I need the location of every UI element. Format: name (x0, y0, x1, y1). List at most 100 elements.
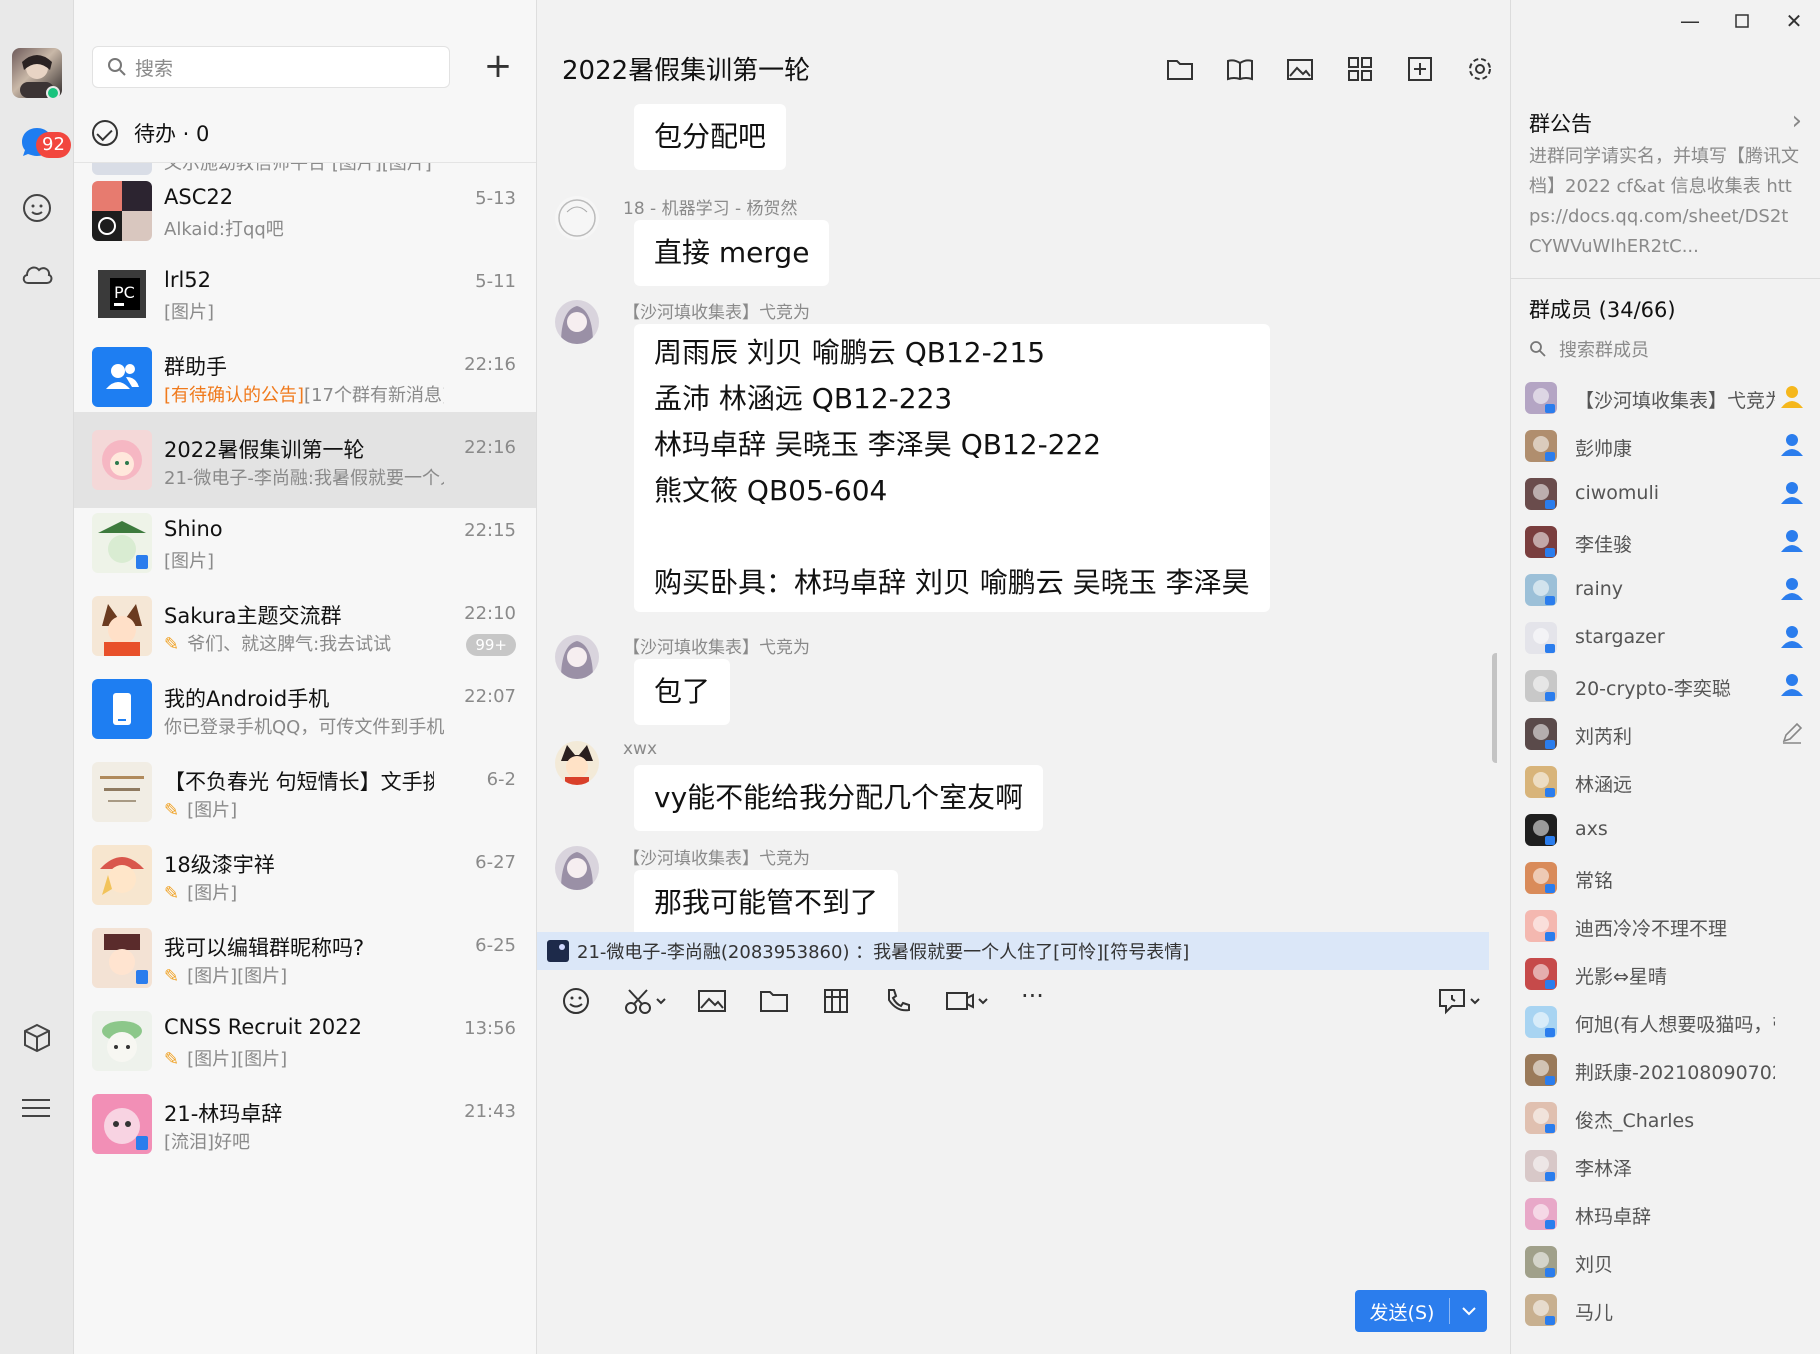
member-search-input[interactable]: 搜索群成员 (1529, 336, 1649, 362)
message-bubble[interactable]: 周雨辰 刘贝 喻鹏云 QB12-215 孟沛 林涵远 QB12-223 林玛卓辞… (634, 324, 1270, 612)
sender-avatar[interactable] (555, 196, 599, 240)
conversation-name: 2022暑假集训第一轮 (164, 438, 365, 462)
conversation-item[interactable]: 【不负春光 句短情长】文手挑战 6-2 ✎ [图片] (74, 744, 536, 840)
member-name: 【沙河填收集表】弋竞为 (1575, 390, 1775, 412)
add-member-icon[interactable] (1390, 48, 1450, 90)
todo-button[interactable]: 待办 · 0 (92, 116, 209, 150)
conversation-item[interactable]: PC lrl52 5-11 [图片] (74, 246, 536, 342)
screenshot-scissors-icon[interactable] (623, 986, 671, 1020)
conversation-name: 我的Android手机 (164, 687, 330, 711)
member-item[interactable]: 【沙河填收集表】弋竞为 (1525, 376, 1815, 424)
cloud-icon[interactable] (13, 250, 61, 298)
conversation-name: lrl52 (164, 268, 212, 292)
member-item[interactable]: 刘贝 (1525, 1240, 1815, 1288)
maximize-icon[interactable] (1716, 6, 1768, 36)
member-item[interactable]: 马儿 (1525, 1288, 1815, 1336)
member-item[interactable]: 光影⇔星晴 (1525, 952, 1815, 1000)
admin-person-icon (1779, 432, 1805, 458)
input-toolbar: ··· (537, 978, 1510, 1020)
message-bubble[interactable]: vy能不能给我分配几个室友啊 (634, 765, 1044, 831)
member-item[interactable]: 何旭(有人想要吸猫吗，带我一 (1525, 1000, 1815, 1048)
folder-icon[interactable] (759, 986, 789, 1020)
draft-pencil-icon: ✎ (164, 800, 180, 821)
online-status-dot (46, 86, 60, 100)
conversation-name: CNSS Recruit 2022 (164, 1015, 362, 1039)
message-scrollbar[interactable] (1492, 653, 1497, 763)
sender-name: 【沙河填收集表】弋竞为 (623, 849, 810, 869)
qq-window: 92 搜索 + 待办 · 0 义示施幼教信师平台 [图片][图片] ASC22 … (0, 0, 1820, 1354)
member-avatar (1525, 1102, 1557, 1134)
member-name: 李林泽 (1575, 1158, 1633, 1180)
conversation-item[interactable]: 群助手 22:16 [有待确认的公告][17个群有新消息] (74, 329, 536, 425)
avatar (92, 762, 152, 822)
member-item[interactable]: rainy (1525, 568, 1815, 616)
close-icon[interactable]: ✕ (1768, 6, 1820, 36)
settings-gear-icon[interactable] (1450, 48, 1510, 90)
send-button[interactable]: 发送(S) (1355, 1290, 1487, 1332)
member-item[interactable]: ciwomuli (1525, 472, 1815, 520)
conversation-time: 22:16 (464, 354, 516, 375)
video-call-icon[interactable] (945, 986, 993, 1020)
conversation-item[interactable]: CNSS Recruit 2022 13:56 ✎ [图片][图片] (74, 993, 536, 1089)
menu-icon[interactable] (13, 1084, 61, 1132)
phone-call-icon[interactable] (883, 986, 913, 1020)
member-item[interactable]: 刘芮利 (1525, 712, 1815, 760)
conversation-item[interactable]: 我可以编辑群昵称吗? 6-25 ✎ [图片][图片] (74, 910, 536, 1006)
sender-avatar[interactable] (555, 635, 599, 679)
conversation-item[interactable]: 18级漆宇祥 6-27 ✎ [图片] (74, 827, 536, 923)
group-notice-title[interactable]: 群公告 (1529, 108, 1592, 138)
image-icon[interactable] (1270, 48, 1330, 90)
member-avatar (1525, 382, 1557, 414)
image-icon[interactable] (697, 986, 727, 1020)
channel-icon[interactable] (13, 184, 61, 232)
conversation-item[interactable]: Shino 22:15 [图片] (74, 495, 536, 591)
member-item[interactable]: 李林泽 (1525, 1144, 1815, 1192)
conversation-item[interactable]: ASC22 5-13 Alkaid:打qq吧 (74, 163, 536, 259)
member-item[interactable]: 俊杰_Charles (1525, 1096, 1815, 1144)
search-input[interactable]: 搜索 (92, 46, 450, 88)
member-item[interactable]: 林涵远 (1525, 760, 1815, 808)
conversation-item-selected[interactable]: 2022暑假集训第一轮 22:16 21-微电子-李尚融:我暑假就要一个人住了 (74, 412, 536, 508)
member-item[interactable]: 迪西冷冷不理不理 (1525, 904, 1815, 952)
more-icon[interactable]: ··· (1021, 982, 1044, 1010)
conversation-item[interactable]: Sakura主题交流群 22:10 ✎ 爷们、就这脾气:我去试试 99+ (74, 578, 536, 674)
member-avatar (1525, 766, 1557, 798)
sender-avatar[interactable] (555, 846, 599, 890)
avatar (92, 1094, 152, 1154)
conversation-preview: ✎ [图片][图片] (164, 1045, 444, 1071)
sender-avatar[interactable] (555, 741, 599, 785)
chat-history-icon[interactable] (1437, 986, 1485, 1020)
member-item[interactable]: axs (1525, 808, 1815, 856)
add-button[interactable]: + (478, 48, 518, 88)
red-packet-icon[interactable] (821, 986, 851, 1020)
member-item[interactable]: 常铭 (1525, 856, 1815, 904)
chevron-right-icon[interactable]: › (1792, 106, 1802, 136)
conversation-name: 群助手 (164, 355, 227, 379)
member-item[interactable]: stargazer (1525, 616, 1815, 664)
admin-person-icon (1779, 672, 1805, 698)
book-icon[interactable] (1210, 48, 1270, 90)
member-item[interactable]: 林玛卓辞 (1525, 1192, 1815, 1240)
message-bubble[interactable]: 直接 merge (634, 220, 830, 286)
apps-box-icon[interactable] (13, 1014, 61, 1062)
minimize-icon[interactable]: — (1664, 6, 1716, 36)
member-avatar (1525, 622, 1557, 654)
folder-icon[interactable] (1150, 48, 1210, 90)
send-options-chevron-icon[interactable] (1450, 1306, 1487, 1316)
message-line: 熊文筱 QB05-604 (654, 474, 888, 507)
apps-grid-icon[interactable] (1330, 48, 1390, 90)
member-item[interactable]: 20-crypto-李奕聪 (1525, 664, 1815, 712)
member-item[interactable]: 李佳骏 (1525, 520, 1815, 568)
chat-area: 2022暑假集训第一轮 包分配吧 18 - 机器学习 - 杨贺然 直接 merg… (537, 0, 1510, 1354)
conversation-item[interactable]: 21-林玛卓辞 21:43 [流泪]好吧 (74, 1076, 536, 1172)
conversation-item[interactable]: 我的Android手机 22:07 你已登录手机QQ，可传文件到手机 (74, 661, 536, 757)
new-message-tip[interactable]: 21-微电子-李尚融(2083953860) ：我暑假就要一个人住了[可怜][符… (537, 932, 1489, 970)
message-bubble[interactable]: 包了 (634, 659, 731, 725)
sender-avatar[interactable] (555, 300, 599, 344)
member-item[interactable]: 荆跃康-2021080907023 (1525, 1048, 1815, 1096)
emoji-icon[interactable] (561, 986, 591, 1020)
member-name: axs (1575, 818, 1608, 840)
message-bubble[interactable]: 那我可能管不到了 (634, 870, 899, 932)
message-bubble[interactable]: 包分配吧 (634, 104, 787, 170)
member-item[interactable]: 彭帅康 (1525, 424, 1815, 472)
